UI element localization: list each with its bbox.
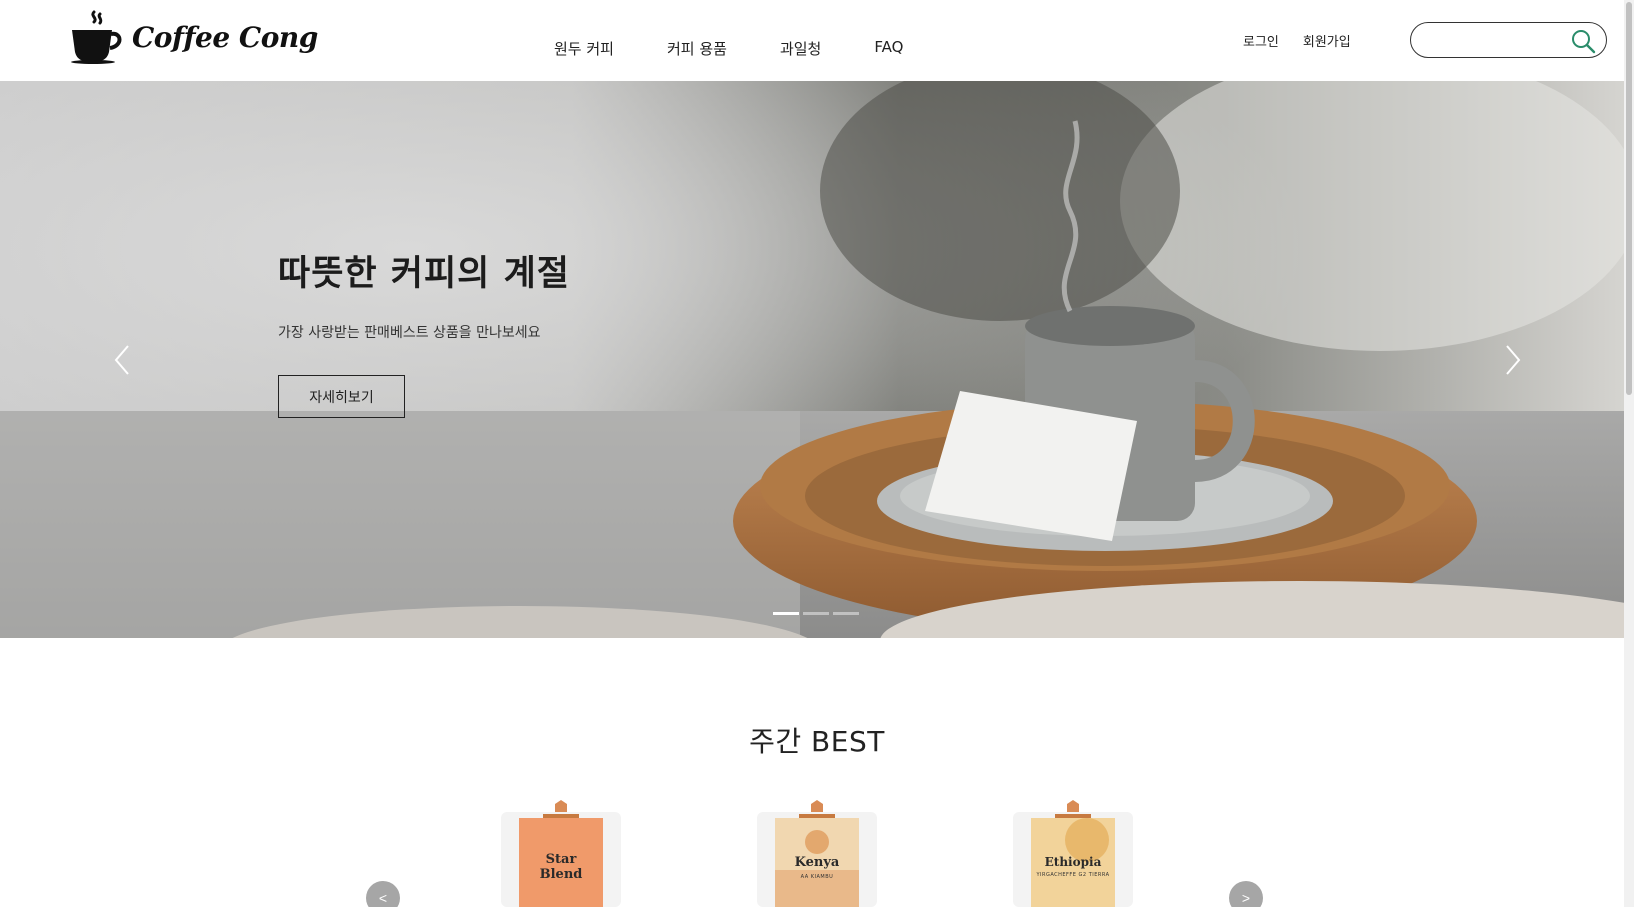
coffee-cup-icon [71,10,122,64]
main-nav: 원두 커피 커피 용품 과일청 FAQ [554,38,956,59]
hero-banner: 따뜻한 커피의 계절 가장 사랑받는 판매베스트 상품을 만나보세요 자세히보기 [0,81,1634,638]
nav-faq[interactable]: FAQ [874,38,903,59]
search-box [1410,22,1607,58]
product-card[interactable]: Kenya AA KIAMBU [755,800,879,907]
slide-dot-2[interactable] [803,612,829,615]
login-link[interactable]: 로그인 [1243,31,1279,50]
hero-image [0,81,1634,638]
product-card[interactable]: Ethiopia YIRGACHEFFE G2 TIERRA [1011,800,1135,907]
product-bag-image [757,800,877,907]
best-section-title: 주간 BEST [749,725,885,758]
product-card[interactable]: Star Blend [499,800,623,907]
page-scrollbar[interactable] [1624,0,1634,907]
site-header: Coffee Cong 원두 커피 커피 용품 과일청 FAQ 로그인 회원가입 [0,0,1634,81]
best-next-button[interactable]: > [1229,881,1263,907]
slide-dot-1[interactable] [773,612,799,615]
product-name: Ethiopia [1044,855,1102,869]
search-icon[interactable] [1570,28,1596,54]
signup-link[interactable]: 회원가입 [1303,31,1351,50]
best-prev-button[interactable]: < [366,881,400,907]
auth-links: 로그인 회원가입 [1243,31,1375,50]
nav-coffee-goods[interactable]: 커피 용품 [667,38,727,59]
scrollbar-thumb[interactable] [1626,2,1632,395]
chevron-left-icon[interactable] [112,343,132,377]
slide-dot-3[interactable] [833,612,859,615]
product-name: Star Blend [539,852,583,882]
hero-title: 따뜻한 커피의 계절 [278,254,570,294]
product-name: Kenya [794,855,840,870]
product-tag: YIRGACHEFFE G2 TIERRA [1036,872,1110,878]
logo-text: Coffee Cong [132,20,318,54]
product-bag-image [1013,800,1133,907]
slide-indicators [773,612,863,615]
hero-subtitle: 가장 사랑받는 판매베스트 상품을 만나보세요 [278,325,541,341]
chevron-right-icon[interactable] [1503,343,1523,377]
search-input[interactable] [1425,30,1565,50]
nav-bean-coffee[interactable]: 원두 커피 [554,38,614,59]
product-tag: AA KIAMBU [800,874,834,880]
details-button[interactable]: 자세히보기 [278,375,405,418]
logo[interactable]: Coffee Cong [68,10,318,64]
nav-fruit-syrup[interactable]: 과일청 [780,38,821,59]
